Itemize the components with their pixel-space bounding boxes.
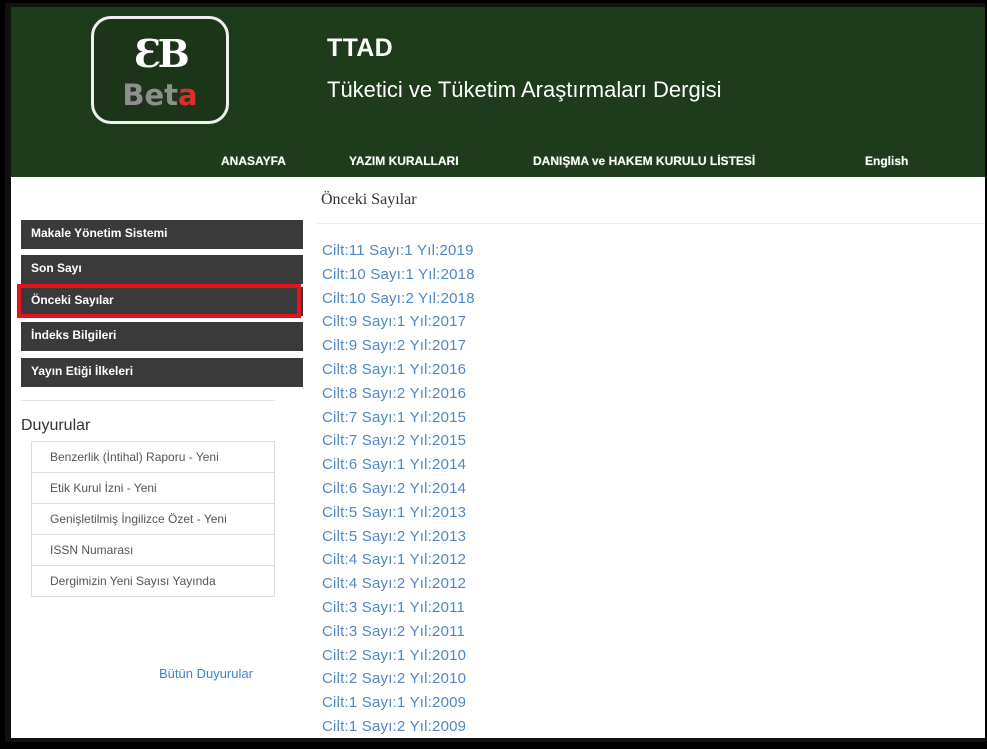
nav-item-english[interactable]: English (865, 154, 908, 168)
page-title: Önceki Sayılar (321, 191, 417, 208)
beta-logo[interactable]: ƐB Beta (91, 16, 229, 124)
issue-link[interactable]: Cilt:3 Sayı:2 Yıl:2011 (322, 620, 475, 644)
site-title: TTAD (327, 34, 393, 62)
issue-link[interactable]: Cilt:10 Sayı:2 Yıl:2018 (322, 287, 475, 311)
announcement-item[interactable]: ISSN Numarası (32, 535, 274, 566)
issue-link[interactable]: Cilt:4 Sayı:1 Yıl:2012 (322, 548, 475, 572)
sidebar: Makale Yönetim Sistemi Son Sayı Önceki S… (11, 177, 311, 738)
issue-link[interactable]: Cilt:2 Sayı:1 Yıl:2010 (322, 644, 475, 668)
issue-link[interactable]: Cilt:8 Sayı:1 Yıl:2016 (322, 358, 475, 382)
logo-text-part-b: a (178, 78, 198, 112)
issue-link[interactable]: Cilt:8 Sayı:2 Yıl:2016 (322, 382, 475, 406)
issue-link[interactable]: Cilt:1 Sayı:2 Yıl:2009 (322, 715, 475, 738)
logo-text-part-a: Bet (122, 78, 179, 112)
title-divider (317, 223, 985, 224)
site-subtitle: Tüketici ve Tüketim Araştırmaları Dergis… (327, 77, 722, 102)
main-nav: ANASAYFA YAZIM KURALLARI DANIŞMA ve HAKE… (11, 154, 985, 174)
nav-item-yazim-kurallari[interactable]: YAZIM KURALLARI (349, 154, 459, 168)
issue-link[interactable]: Cilt:6 Sayı:1 Yıl:2014 (322, 453, 475, 477)
issue-link[interactable]: Cilt:5 Sayı:2 Yıl:2013 (322, 525, 475, 549)
sidebar-item-onceki-sayilar[interactable]: Önceki Sayılar (21, 287, 303, 316)
announcements-title: Duyurular (21, 417, 91, 434)
issue-link[interactable]: Cilt:7 Sayı:1 Yıl:2015 (322, 406, 475, 430)
all-announcements-link[interactable]: Bütün Duyurular (159, 666, 253, 681)
announcement-item[interactable]: Etik Kurul İzni - Yeni (32, 473, 274, 504)
logo-text: Beta (94, 81, 226, 110)
issue-link[interactable]: Cilt:2 Sayı:2 Yıl:2010 (322, 667, 475, 691)
issues-list: Cilt:11 Sayı:1 Yıl:2019 Cilt:10 Sayı:1 Y… (322, 239, 475, 738)
sidebar-item-indeks-bilgileri[interactable]: İndeks Bilgileri (21, 322, 303, 351)
issue-link[interactable]: Cilt:4 Sayı:2 Yıl:2012 (322, 572, 475, 596)
issue-link[interactable]: Cilt:3 Sayı:1 Yıl:2011 (322, 596, 475, 620)
sidebar-item-son-sayi[interactable]: Son Sayı (21, 255, 303, 284)
sidebar-divider (21, 400, 275, 401)
sidebar-item-yayin-etigi[interactable]: Yayın Etiği İlkeleri (21, 358, 303, 387)
screenshot-frame: ƐB Beta TTAD Tüketici ve Tüketim Araştır… (5, 3, 985, 742)
announcement-item[interactable]: Benzerlik (İntihal) Raporu - Yeni (32, 442, 274, 473)
issue-link[interactable]: Cilt:11 Sayı:1 Yıl:2019 (322, 239, 475, 263)
issue-link[interactable]: Cilt:9 Sayı:1 Yıl:2017 (322, 310, 475, 334)
web-page: ƐB Beta TTAD Tüketici ve Tüketim Araştır… (11, 7, 985, 738)
issue-link[interactable]: Cilt:1 Sayı:1 Yıl:2009 (322, 691, 475, 715)
nav-item-danisma-hakem[interactable]: DANIŞMA ve HAKEM KURULU LİSTESİ (533, 154, 755, 168)
issue-link[interactable]: Cilt:6 Sayı:2 Yıl:2014 (322, 477, 475, 501)
logo-mark: ƐB (134, 31, 190, 76)
announcement-item[interactable]: Genişletilmiş İngilizce Özet - Yeni (32, 504, 274, 535)
announcement-item[interactable]: Dergimizin Yeni Sayısı Yayında (32, 566, 274, 596)
issue-link[interactable]: Cilt:7 Sayı:2 Yıl:2015 (322, 429, 475, 453)
nav-item-anasayfa[interactable]: ANASAYFA (221, 154, 286, 168)
issue-link[interactable]: Cilt:5 Sayı:1 Yıl:2013 (322, 501, 475, 525)
site-header: ƐB Beta TTAD Tüketici ve Tüketim Araştır… (11, 7, 985, 177)
issue-link[interactable]: Cilt:10 Sayı:1 Yıl:2018 (322, 263, 475, 287)
issue-link[interactable]: Cilt:9 Sayı:2 Yıl:2017 (322, 334, 475, 358)
sidebar-item-makale-yonetim[interactable]: Makale Yönetim Sistemi (21, 220, 303, 249)
announcements-list: Benzerlik (İntihal) Raporu - Yeni Etik K… (31, 441, 275, 597)
